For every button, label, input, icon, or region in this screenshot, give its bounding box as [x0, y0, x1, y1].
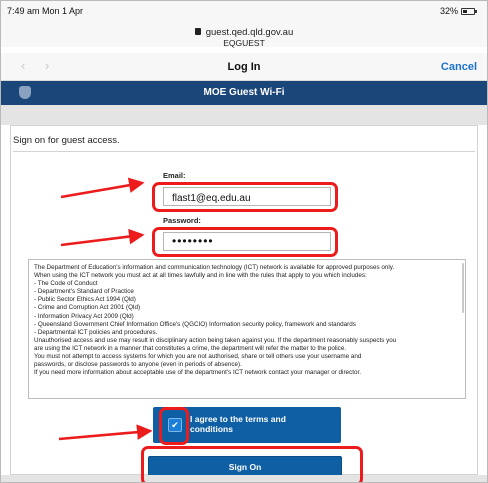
divider [13, 151, 475, 152]
terms-text-area[interactable]: The Department of Education's informatio… [28, 259, 466, 399]
lock-icon [194, 28, 201, 35]
password-highlight-box [152, 227, 338, 257]
nav-title: Log In [227, 61, 261, 73]
terms-line: passwords, or disclose passwords to anyo… [34, 361, 242, 369]
email-label: Email: [163, 171, 186, 180]
network-name: EQGUEST [223, 38, 265, 48]
status-time: 7:49 am Mon 1 Apr [7, 6, 84, 16]
terms-line: - Department's Standard of Practice [34, 288, 134, 296]
address-bar[interactable]: guest.qed.qld.gov.au [1, 27, 487, 38]
terms-line: The Department of Education's informatio… [34, 264, 395, 271]
terms-line: are using the ICT network in a manner th… [34, 344, 347, 352]
portal-header: MOE Guest Wi-Fi [1, 81, 487, 105]
status-bar: 7:49 am Mon 1 Apr 32% guest.qed.qld.gov.… [1, 1, 487, 48]
url-text: guest.qed.qld.gov.au [205, 27, 294, 38]
battery-icon [461, 7, 477, 15]
ipad-screen: 7:49 am Mon 1 Apr 32% guest.qed.qld.gov.… [0, 0, 488, 483]
battery-status: 32% [439, 6, 477, 16]
terms-line: You must not attempt to access systems f… [34, 353, 362, 361]
password-label: Password: [163, 216, 201, 225]
terms-line: Unauthorised access and use may result i… [34, 336, 397, 344]
agree-terms-label: I agree to the terms and conditions [190, 414, 286, 434]
email-highlight-box [152, 182, 338, 212]
terms-line: - The Code of Conduct [34, 280, 98, 288]
terms-scrollbar[interactable] [462, 263, 464, 313]
intro-text: Sign on for guest access. [13, 135, 120, 146]
sign-on-highlight-box [141, 446, 363, 482]
terms-line: - Queensland Government Chief Informatio… [34, 320, 356, 328]
captive-portal-nav-bar: ‹ › Log In Cancel [1, 53, 487, 81]
portal-title: MOE Guest Wi-Fi [203, 87, 285, 98]
terms-line: When using the ICT network you must act … [34, 272, 367, 280]
terms-line: - Public Sector Ethics Act 1994 (Qld) [34, 296, 136, 304]
checkbox-highlight-box [159, 407, 189, 445]
background-band [1, 105, 487, 125]
terms-line: - Crime and Corruption Act 2001 (Qld) [34, 304, 141, 312]
battery-percent: 32% [439, 6, 458, 16]
terms-line: If you need more information about accep… [34, 369, 361, 377]
terms-line: - Information Privacy Act 2009 (Qld) [34, 312, 134, 320]
cancel-button[interactable]: Cancel [441, 61, 477, 73]
terms-line: - Departmental ICT policies and procedur… [34, 328, 158, 336]
